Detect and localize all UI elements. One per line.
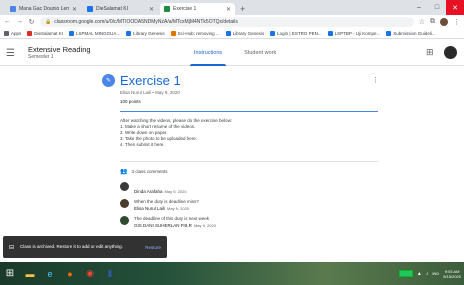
- tab-favicon-icon: [87, 6, 93, 12]
- new-tab-button[interactable]: +: [240, 4, 245, 14]
- window-controls: – □ ✕: [410, 0, 464, 15]
- address-bar: ← → ↻ 🔒 classroom.google.com/u/0/c/MTIOO…: [0, 15, 464, 28]
- assignment-icon: ✎: [102, 74, 115, 87]
- bookmark-favicon-icon: [386, 30, 392, 36]
- clock-time: 9:03 AM: [444, 268, 460, 274]
- windows-start-icon[interactable]: ⊞: [0, 262, 20, 285]
- volume-icon[interactable]: ♪: [426, 271, 429, 277]
- system-tray: ▲ ♪ IND 9:03 AM 5/15/2020: [398, 262, 464, 285]
- media-player-icon[interactable]: ●: [60, 262, 80, 285]
- people-icon: 👥: [120, 169, 128, 175]
- tab-favicon-icon: [164, 6, 170, 12]
- comment-item: GIS DANI SUHERLAN P.B.R May 9, 2020: [120, 214, 216, 233]
- windows-taskbar: ⊞ ▬ e ● ◉ ▮ ▲ ♪ IND 9:03 AM 5/15/2020: [0, 262, 464, 285]
- bookmark-item[interactable]: Apps: [4, 30, 21, 36]
- back-icon[interactable]: ←: [4, 18, 11, 25]
- menu-dots-icon[interactable]: ⋮: [453, 18, 460, 26]
- bookmark-favicon-icon: [225, 30, 231, 36]
- browser-tab[interactable]: Mana Gac Dounio Lem / K ✕: [6, 3, 81, 15]
- google-apps-icon[interactable]: ⊞: [426, 47, 434, 58]
- reload-icon[interactable]: ↻: [28, 18, 35, 26]
- bookmark-favicon-icon: [27, 30, 33, 36]
- divider: [120, 161, 378, 162]
- bookmark-favicon-icon: [270, 30, 276, 36]
- bookmark-item[interactable]: Submission Guideli...: [386, 30, 436, 36]
- network-icon[interactable]: ▲: [417, 271, 422, 277]
- bookmark-favicon-icon: [69, 30, 75, 36]
- clock-date: 5/15/2020: [443, 273, 461, 279]
- bookmarks-bar: Apps DieSalamat KI LSPMAL MINGGUA... Lib…: [0, 28, 464, 39]
- toolbar-actions: ☆ ⧉ ⋮: [419, 17, 460, 26]
- browser-tab[interactable]: DieSalamat KI ✕: [83, 3, 158, 15]
- classroom-header: ☰ Extensive Reading Semester 1 Instructi…: [0, 40, 464, 66]
- battery-icon[interactable]: [398, 270, 413, 277]
- language-indicator[interactable]: IND: [432, 271, 439, 276]
- assignment-title: Exercise 1: [120, 73, 181, 88]
- comment-author: Dinda Arafaha: [134, 189, 163, 194]
- class-title[interactable]: Extensive Reading: [28, 45, 91, 54]
- restore-button[interactable]: Restore: [145, 245, 161, 250]
- tab-favicon-icon: [10, 6, 16, 12]
- tab-label: Mana Gac Dounio Lem / K: [19, 6, 69, 12]
- maximize-button[interactable]: □: [428, 0, 446, 15]
- account-avatar[interactable]: [444, 46, 457, 59]
- comments-count: 3 class comments: [131, 169, 168, 174]
- assignment-instructions: After watching the videos, please do the…: [120, 118, 232, 148]
- class-section: Semester 1: [28, 54, 54, 60]
- bookmark-item[interactable]: Library Genesis: [126, 30, 165, 36]
- star-icon[interactable]: ☆: [419, 18, 425, 26]
- snackbar-message: Class is archived. Restore it to add or …: [20, 244, 123, 249]
- extension-icon[interactable]: ⧉: [430, 18, 435, 26]
- tab-student-work[interactable]: Student work: [240, 40, 280, 66]
- profile-avatar[interactable]: [440, 17, 448, 26]
- avatar: [120, 182, 129, 191]
- class-comments-header[interactable]: 👥 3 class comments: [120, 168, 168, 175]
- forward-icon[interactable]: →: [16, 18, 23, 25]
- lock-icon: 🔒: [45, 18, 52, 25]
- archived-snackbar: ⊟ Class is archived. Restore it to add o…: [3, 236, 167, 258]
- word-icon[interactable]: ▮: [100, 262, 120, 285]
- tab-label: DieSalamat KI: [96, 6, 128, 12]
- url-input[interactable]: 🔒 classroom.google.com/u/0/c/MTIOODA5NDM…: [40, 16, 414, 27]
- close-icon[interactable]: ✕: [72, 6, 77, 13]
- bookmark-favicon-icon: [327, 30, 333, 36]
- url-text: classroom.google.com/u/0/c/MTIOODA5NDMyN…: [54, 18, 238, 25]
- assignment-points: 100 points: [120, 99, 141, 104]
- comment-author: GIS DANI SUHERLAN P.B.R: [134, 223, 192, 228]
- assignment-meta: Elisa Nurul Laili • May 9, 2020: [120, 90, 180, 95]
- avatar: [120, 216, 129, 225]
- tab-instructions[interactable]: Instructions: [190, 40, 227, 66]
- more-options-icon[interactable]: ⋮: [372, 76, 379, 84]
- bookmark-favicon-icon: [126, 30, 132, 36]
- close-window-button[interactable]: ✕: [446, 0, 464, 15]
- browser-tab-bar: Mana Gac Dounio Lem / K ✕ DieSalamat KI …: [0, 0, 464, 15]
- hamburger-menu-icon[interactable]: ☰: [6, 48, 15, 59]
- bookmark-item[interactable]: LSPTBP - Uji Kompe...: [327, 30, 380, 36]
- apps-grid-icon: [4, 30, 9, 36]
- file-explorer-icon[interactable]: ▬: [20, 262, 40, 285]
- comment-date: May 9, 2020: [193, 223, 216, 228]
- chrome-icon[interactable]: ◉: [80, 262, 100, 285]
- divider: [120, 111, 378, 112]
- avatar: [120, 199, 129, 208]
- comment-date: May 9, 2020: [167, 206, 190, 211]
- internet-explorer-icon[interactable]: e: [40, 262, 60, 285]
- bookmark-item[interactable]: LSPMAL MINGGUA...: [69, 30, 120, 36]
- close-icon[interactable]: ✕: [149, 6, 154, 13]
- bookmark-item[interactable]: Login | ESTRO PEN...: [270, 30, 322, 36]
- tab-label: Exercise 1: [173, 6, 197, 12]
- minimize-button[interactable]: –: [410, 0, 428, 15]
- bookmark-item[interactable]: Library Genesis: [225, 30, 264, 36]
- bookmark-item[interactable]: DieSalamat KI: [27, 30, 63, 36]
- clock[interactable]: 9:03 AM 5/15/2020: [443, 269, 461, 279]
- comment-author: Elisa Nurul Laili: [134, 206, 166, 211]
- bookmark-favicon-icon: [170, 30, 176, 36]
- close-icon[interactable]: ✕: [226, 6, 231, 13]
- classroom-tabs: Instructions Student work: [190, 40, 280, 66]
- instruction-line: 4. Then submit it here.: [120, 142, 165, 147]
- comment-date: May 9, 2020: [164, 189, 187, 194]
- browser-tab-active[interactable]: Exercise 1 ✕: [160, 3, 235, 15]
- archive-icon: ⊟: [9, 244, 15, 251]
- bookmark-item[interactable]: Sci-Hub: removing ...: [170, 30, 220, 36]
